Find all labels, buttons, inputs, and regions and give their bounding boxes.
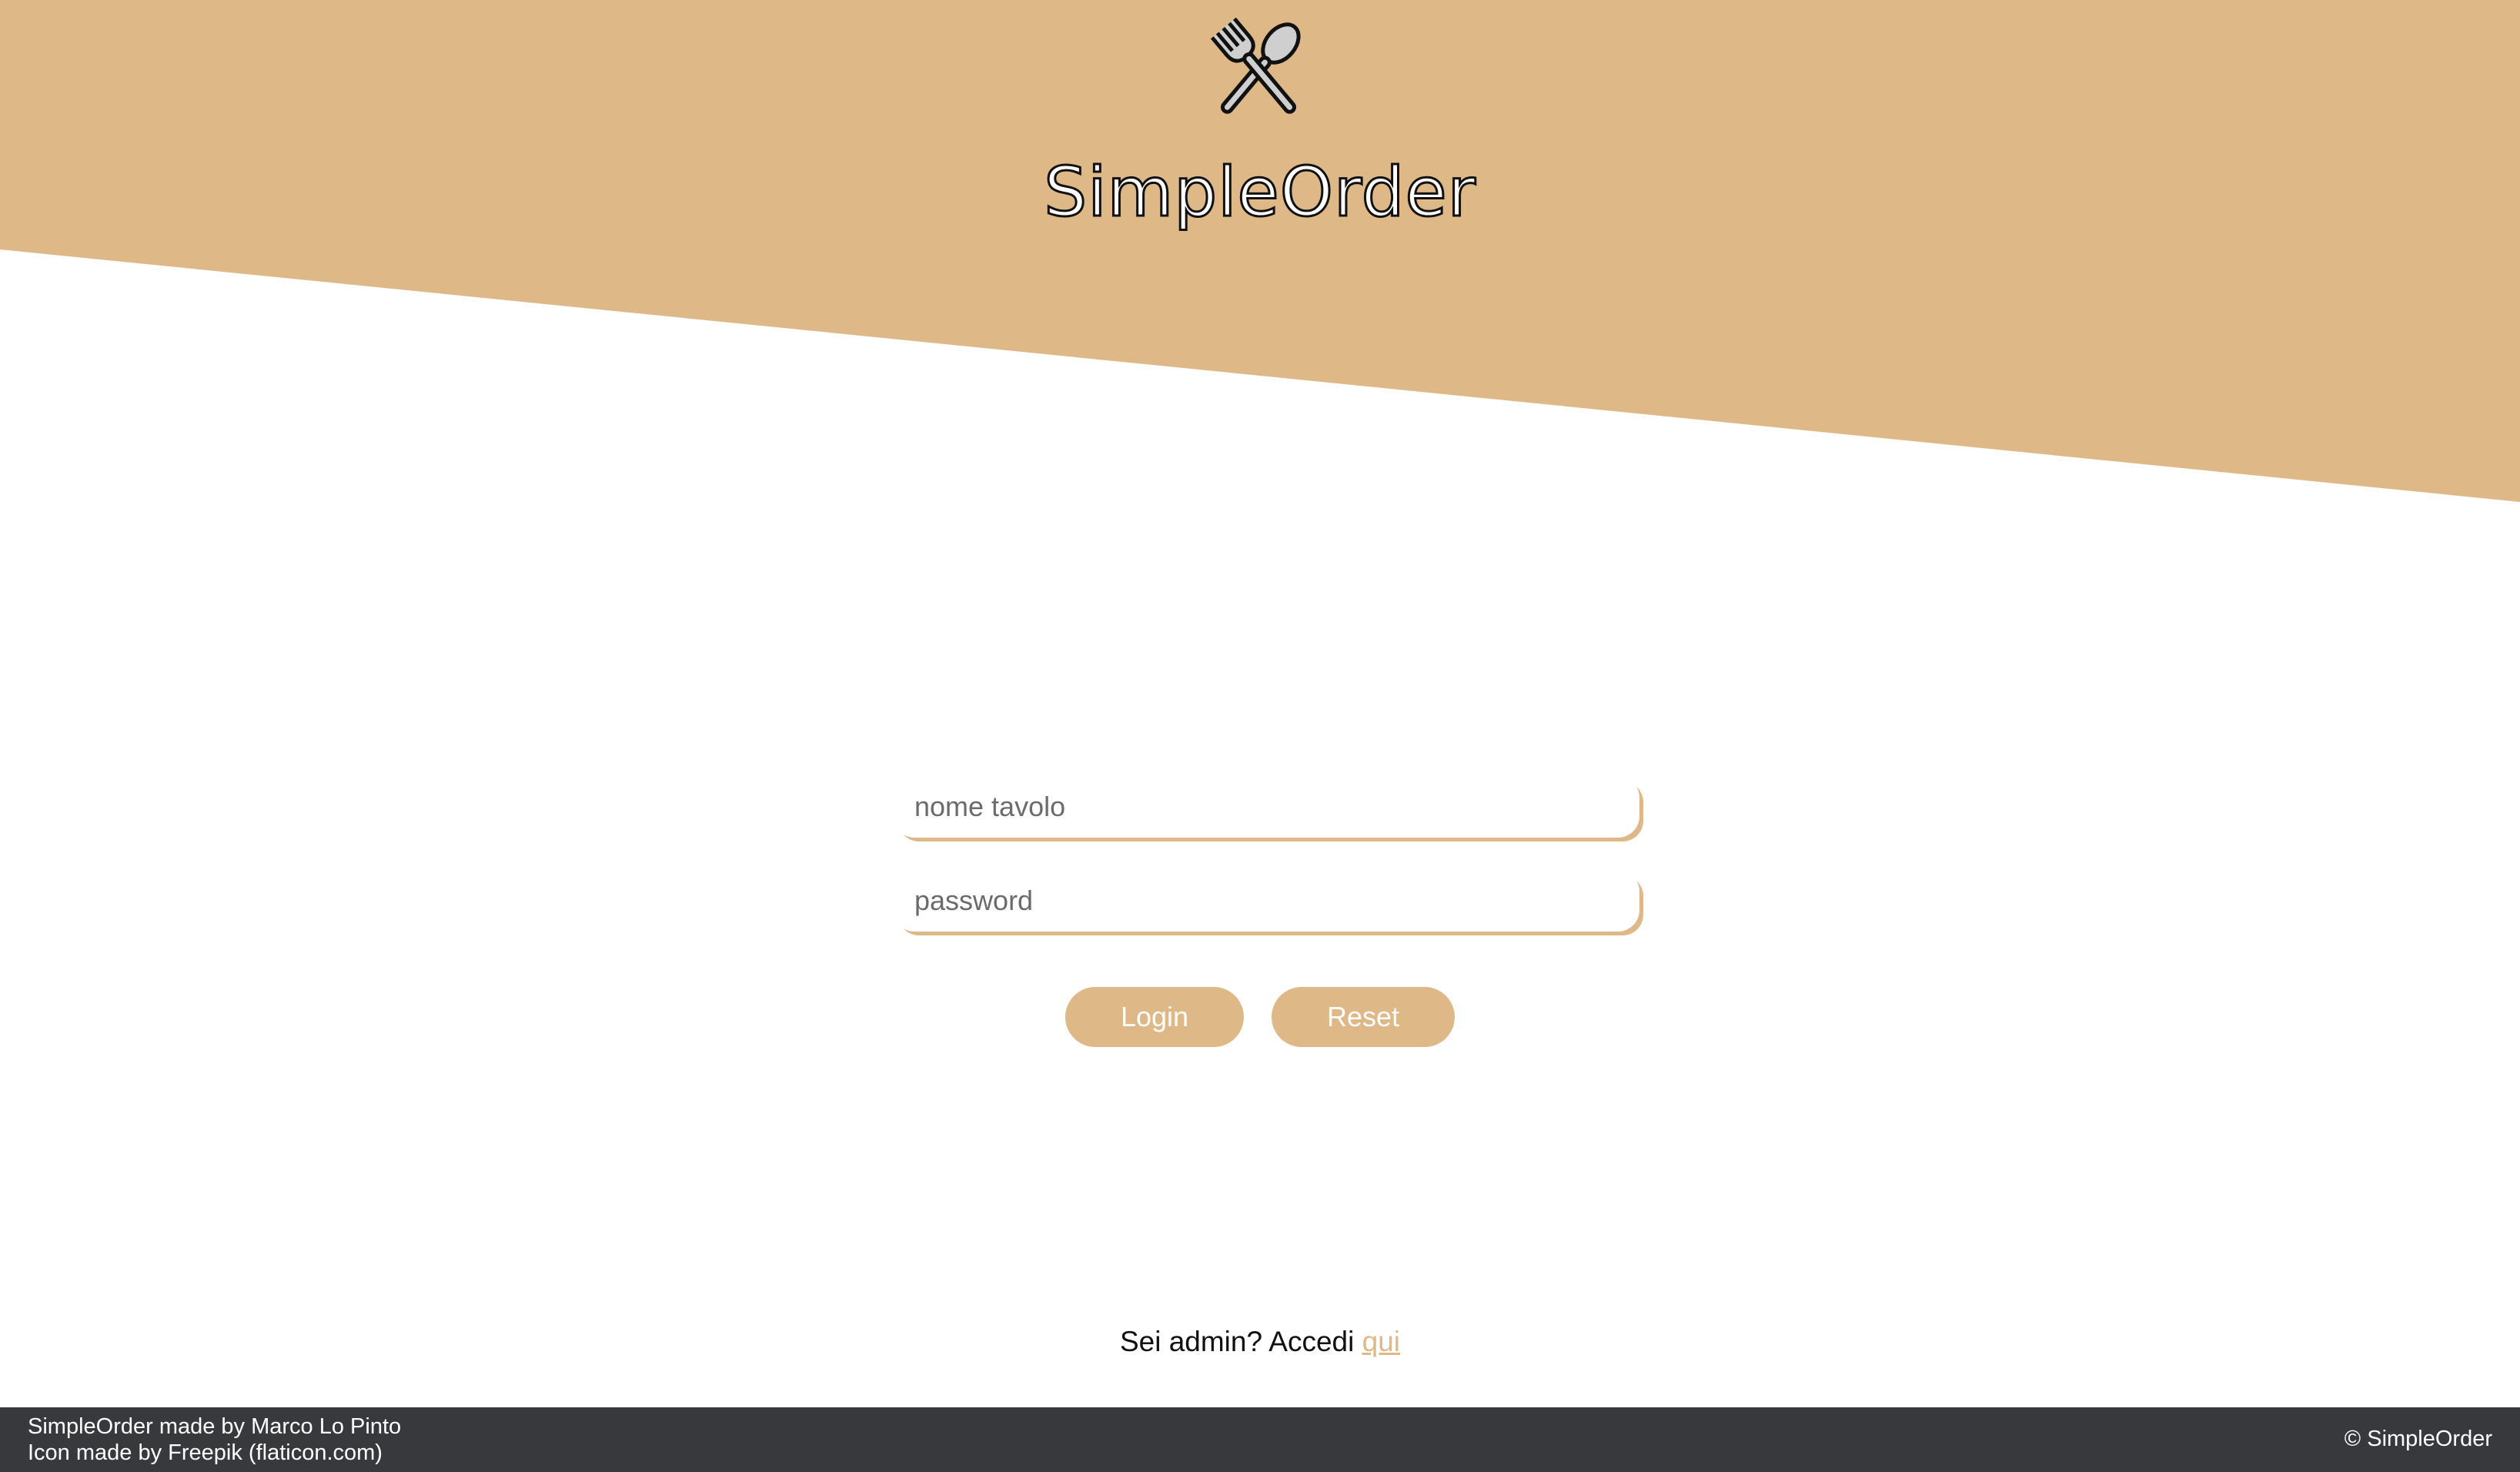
login-button[interactable]: Login bbox=[1065, 987, 1244, 1047]
footer-copyright: © SimpleOrder bbox=[2344, 1427, 2492, 1451]
footer-credits: SimpleOrder made by Marco Lo Pinto Icon … bbox=[28, 1413, 401, 1466]
admin-login-prompt: Sei admin? Accedi qui bbox=[0, 1326, 2520, 1358]
login-form bbox=[893, 776, 1639, 932]
footer: SimpleOrder made by Marco Lo Pinto Icon … bbox=[0, 1407, 2520, 1472]
form-actions: Login Reset bbox=[0, 987, 2520, 1049]
app-title: SimpleOrder bbox=[1043, 152, 1477, 233]
fork-spoon-logo-icon bbox=[1210, 17, 1301, 114]
admin-prompt-text: Sei admin? Accedi bbox=[1119, 1326, 1362, 1357]
password-input[interactable] bbox=[893, 870, 1639, 932]
reset-button[interactable]: Reset bbox=[1272, 987, 1455, 1047]
table-name-input[interactable] bbox=[893, 776, 1639, 838]
footer-credit-author: SimpleOrder made by Marco Lo Pinto bbox=[28, 1414, 402, 1439]
admin-login-link[interactable]: qui bbox=[1362, 1326, 1400, 1357]
footer-credit-icon: Icon made by Freepik (flaticon.com) bbox=[28, 1440, 383, 1465]
